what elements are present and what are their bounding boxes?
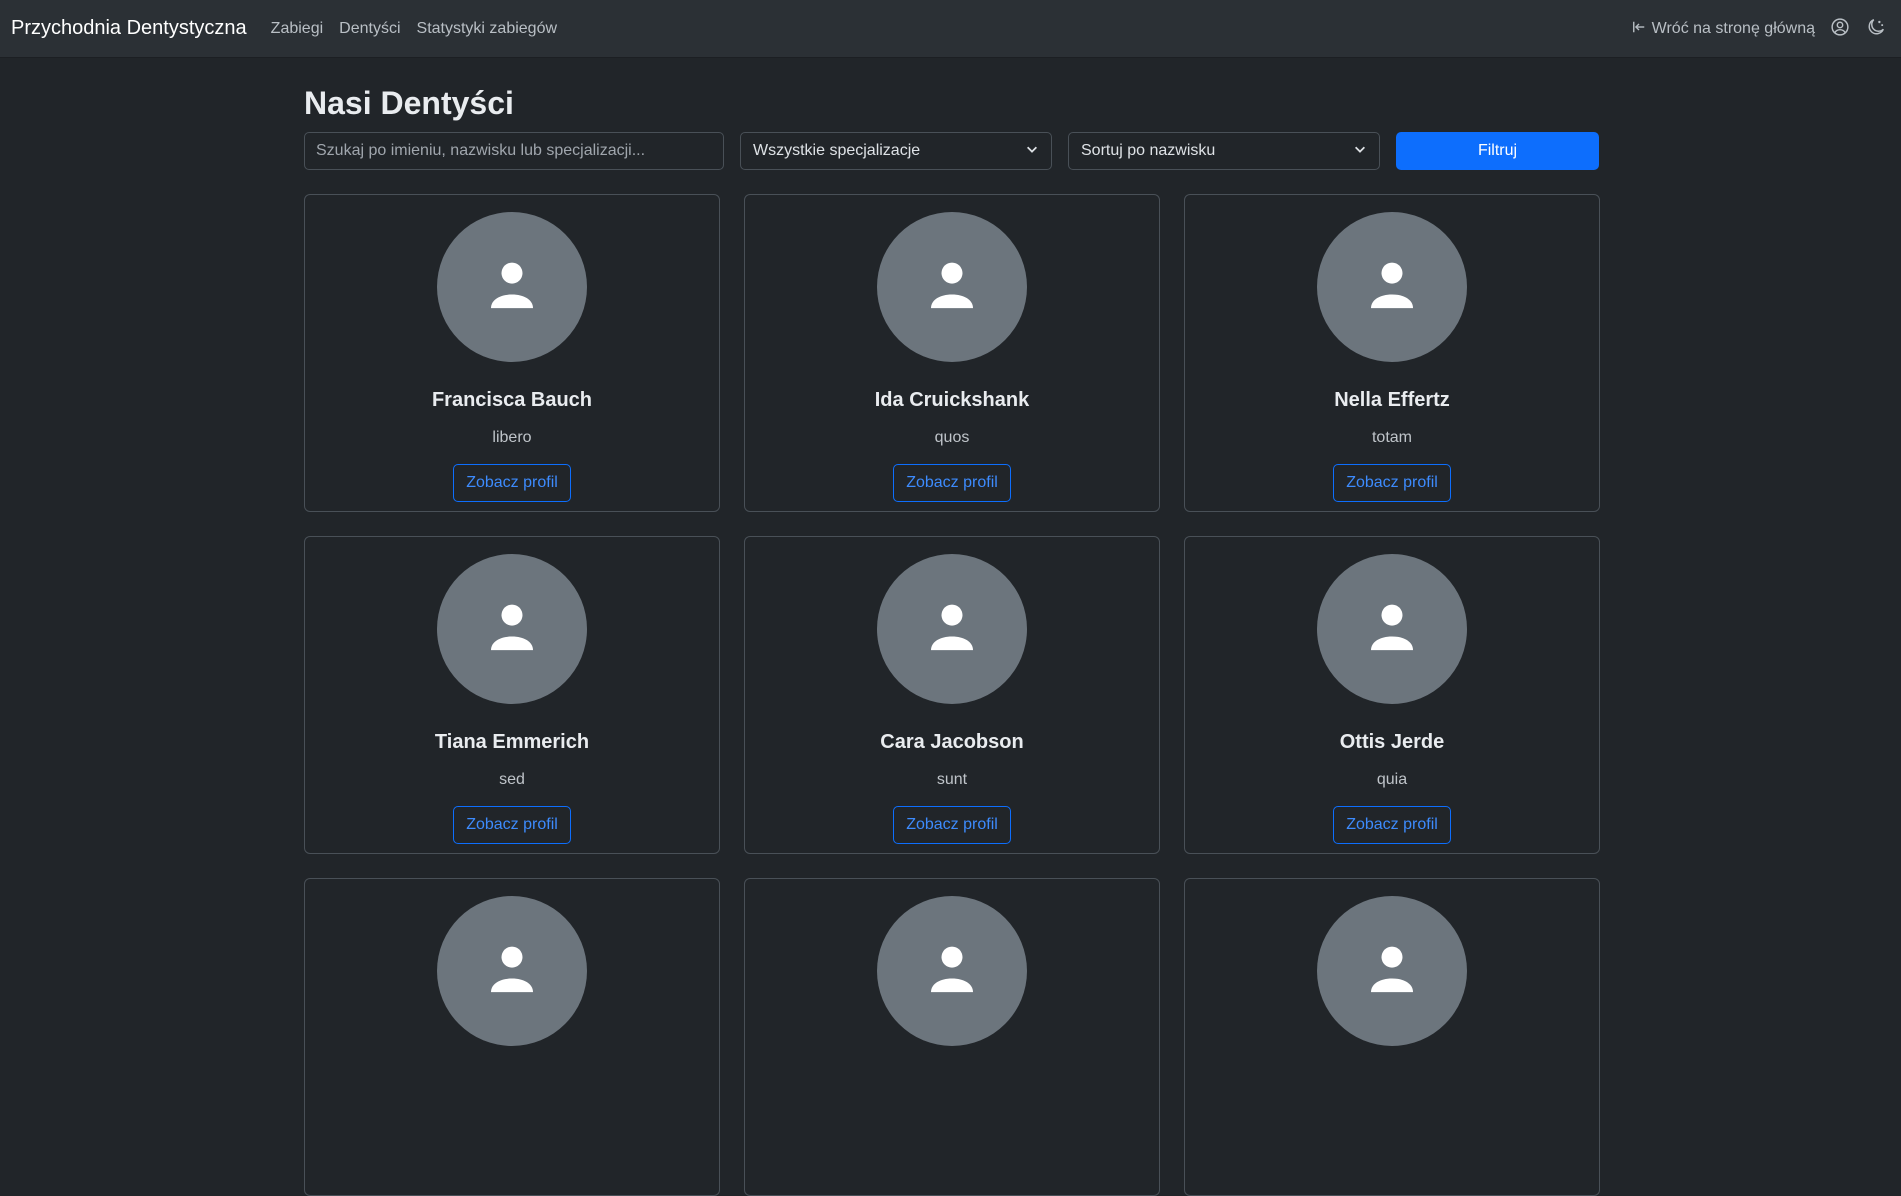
dentist-grid: Francisca Bauch libero Zobacz profil Ida…	[304, 194, 1600, 1196]
top-navbar: Przychodnia Dentystyczna Zabiegi Dentyśc…	[0, 0, 1901, 58]
person-icon	[1364, 599, 1420, 660]
person-icon	[1364, 257, 1420, 318]
specialization-select[interactable]: Wszystkie specjalizacje	[740, 132, 1052, 170]
view-profile-button[interactable]: Zobacz profil	[1333, 464, 1451, 502]
theme-toggle-button[interactable]	[1865, 18, 1887, 40]
back-link-label: Wróć na stronę główną	[1651, 20, 1815, 37]
dentist-card: Cara Jacobson sunt Zobacz profil	[744, 536, 1160, 854]
dentist-card: Francisca Bauch libero Zobacz profil	[304, 194, 720, 512]
dentist-card	[304, 878, 720, 1196]
dentist-name: Ottis Jerde	[1339, 731, 1445, 753]
chevron-down-icon	[1025, 142, 1039, 161]
view-profile-button[interactable]: Zobacz profil	[453, 464, 571, 502]
page-title: Nasi Dentyści	[304, 85, 514, 121]
dentist-card	[744, 878, 1160, 1196]
filter-bar: Wszystkie specjalizacje Sortuj po nazwis…	[304, 132, 1600, 170]
dentist-card: Ottis Jerde quia Zobacz profil	[1184, 536, 1600, 854]
view-profile-button[interactable]: Zobacz profil	[453, 806, 571, 844]
avatar	[437, 896, 587, 1046]
sort-select[interactable]: Sortuj po nazwisku	[1068, 132, 1380, 170]
avatar	[1317, 554, 1467, 704]
dentist-card: Nella Effertz totam Zobacz profil	[1184, 194, 1600, 512]
chevron-down-icon	[1353, 142, 1367, 161]
dentist-specialization: libero	[492, 429, 532, 446]
person-icon	[484, 599, 540, 660]
search-input[interactable]	[304, 132, 724, 170]
dentist-card	[1184, 878, 1600, 1196]
avatar	[877, 212, 1027, 362]
dentist-card: Ida Cruickshank quos Zobacz profil	[744, 194, 1160, 512]
dentist-name: Cara Jacobson	[880, 731, 1024, 753]
view-profile-button[interactable]: Zobacz profil	[893, 464, 1011, 502]
dentist-name: Tiana Emmerich	[434, 731, 590, 753]
view-profile-button[interactable]: Zobacz profil	[1333, 806, 1451, 844]
nav-link-statystyki[interactable]: Statystyki zabiegów	[417, 20, 558, 38]
person-icon	[924, 257, 980, 318]
avatar	[437, 554, 587, 704]
main-content: Nasi Dentyści Wszystkie specjalizacje So…	[304, 58, 1600, 1196]
avatar	[877, 896, 1027, 1046]
person-icon	[484, 257, 540, 318]
avatar	[1317, 896, 1467, 1046]
dentist-card: Tiana Emmerich sed Zobacz profil	[304, 536, 720, 854]
user-menu-button[interactable]	[1829, 17, 1851, 41]
avatar	[877, 554, 1027, 704]
dentist-specialization: quia	[1376, 771, 1408, 788]
dentist-specialization: sunt	[936, 771, 968, 788]
navbar-right: Wróć na stronę główną	[1632, 0, 1887, 58]
filter-button[interactable]: Filtruj	[1396, 132, 1599, 170]
dentist-name: Francisca Bauch	[431, 389, 593, 411]
dentist-name: Ida Cruickshank	[874, 389, 1030, 411]
dentist-specialization: quos	[934, 429, 970, 446]
specialization-select-value: Wszystkie specjalizacje	[753, 142, 921, 159]
nav-link-dentysci[interactable]: Dentyści	[339, 20, 400, 38]
back-to-home-link[interactable]: Wróć na stronę główną	[1632, 20, 1815, 39]
nav-link-zabiegi[interactable]: Zabiegi	[271, 20, 323, 38]
dentist-specialization: totam	[1371, 429, 1412, 446]
dentist-specialization: sed	[499, 771, 525, 788]
avatar	[1317, 212, 1467, 362]
moon-stars-icon	[1867, 18, 1885, 41]
avatar	[437, 212, 587, 362]
view-profile-button[interactable]: Zobacz profil	[893, 806, 1011, 844]
user-circle-icon	[1831, 17, 1849, 41]
dentist-name: Nella Effertz	[1334, 389, 1450, 411]
brand-link[interactable]: Przychodnia Dentystyczna	[11, 17, 247, 40]
sort-select-value: Sortuj po nazwisku	[1081, 142, 1216, 159]
person-icon	[924, 599, 980, 660]
sign-out-arrow-icon	[1632, 20, 1646, 39]
